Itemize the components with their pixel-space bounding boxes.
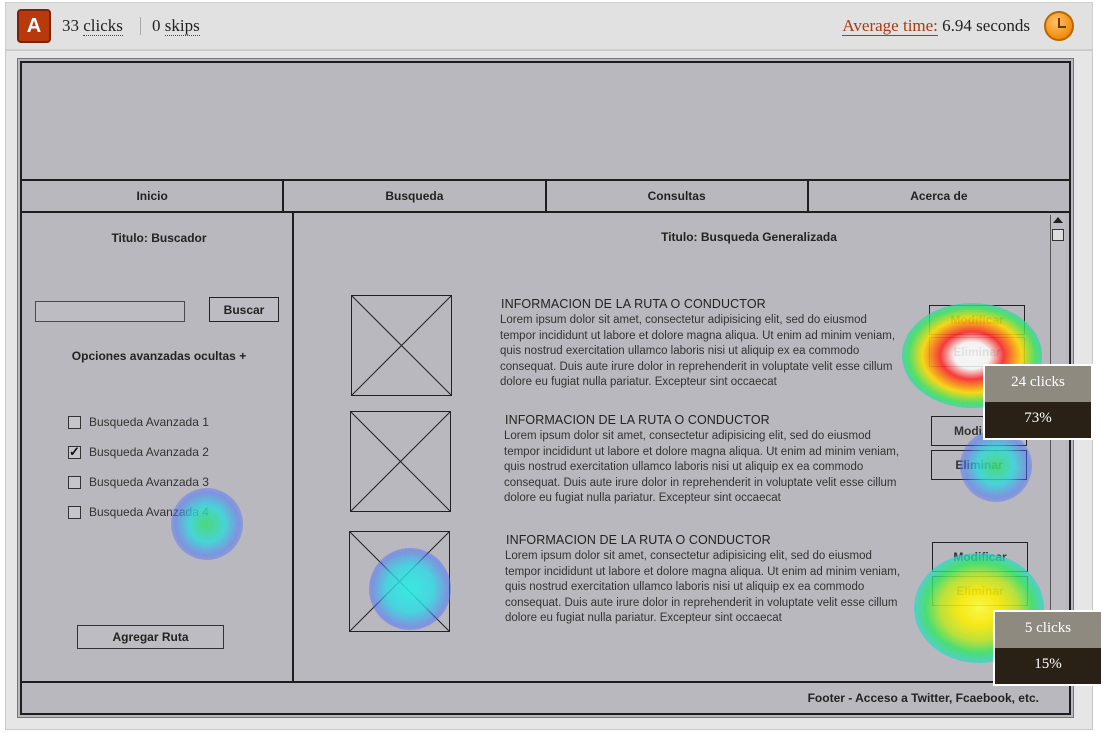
delete-button[interactable]: Eliminar <box>931 450 1027 480</box>
scroll-thumb[interactable] <box>1052 229 1064 241</box>
advanced-option-4[interactable]: Busqueda Avanzada 4 <box>68 505 209 519</box>
mockup-footer: Footer - Acceso a Twitter, Fcaebook, etc… <box>20 681 1071 715</box>
result-item-3: INFORMACION DE LA RUTA O CONDUCTOR Lorem… <box>294 529 1054 633</box>
result-item-2: INFORMACION DE LA RUTA O CONDUCTOR Lorem… <box>294 409 1054 513</box>
advanced-option-1[interactable]: Busqueda Avanzada 1 <box>68 415 209 429</box>
advanced-options-toggle[interactable]: Opciones avanzadas ocultas + <box>22 349 296 363</box>
click-tooltip-2: 5 clicks 15% <box>993 610 1103 686</box>
average-time-label[interactable]: Average time: <box>842 16 938 36</box>
mockup-header-area <box>20 61 1071 181</box>
clicks-count: 33 <box>62 16 79 35</box>
click-tooltip-1: 24 clicks 73% <box>983 364 1093 440</box>
delete-button[interactable]: Eliminar <box>932 576 1028 606</box>
tooltip-percent: 73% <box>985 402 1091 438</box>
nav-item-consultas[interactable]: Consultas <box>547 181 809 211</box>
option-label: Busqueda Avanzada 4 <box>89 505 209 519</box>
checkbox[interactable] <box>68 415 81 429</box>
search-sidebar: Titulo: Buscador Buscar Opciones avanzad… <box>20 211 294 683</box>
result-heading: INFORMACION DE LA RUTA O CONDUCTOR <box>501 297 766 311</box>
result-item-1: INFORMACION DE LA RUTA O CONDUCTOR Lorem… <box>294 293 1054 397</box>
mockup-nav: Inicio Busqueda Consultas Acerca de <box>20 179 1071 213</box>
add-route-button[interactable]: Agregar Ruta <box>77 625 224 649</box>
delete-button[interactable]: Eliminar <box>929 337 1025 367</box>
result-heading: INFORMACION DE LA RUTA O CONDUCTOR <box>506 533 771 547</box>
sidebar-title: Titulo: Buscador <box>111 231 207 245</box>
nav-item-acerca-de[interactable]: Acerca de <box>809 181 1069 211</box>
image-placeholder-icon <box>351 295 452 396</box>
scroll-up-arrow-icon[interactable] <box>1053 217 1063 223</box>
result-body: Lorem ipsum dolor sit amet, consectetur … <box>500 314 896 388</box>
clock-icon[interactable] <box>1044 11 1074 41</box>
tooltip-clicks: 24 clicks <box>985 366 1091 402</box>
nav-item-busqueda[interactable]: Busqueda <box>284 181 547 211</box>
skips-count: 0 <box>152 16 161 35</box>
modify-button[interactable]: Modificar <box>929 305 1025 335</box>
tooltip-percent: 15% <box>995 648 1101 684</box>
skips-label: skips <box>164 16 200 36</box>
clicks-stat[interactable]: 33 clicks <box>62 16 123 36</box>
result-body: Lorem ipsum dolor sit amet, consectetur … <box>505 550 901 624</box>
nav-item-inicio[interactable]: Inicio <box>22 181 285 211</box>
modify-button[interactable]: Modificar <box>932 542 1028 572</box>
skips-stat[interactable]: 0 skips <box>152 16 200 36</box>
footer-text: Footer - Acceso a Twitter, Fcaebook, etc… <box>807 691 1039 705</box>
search-input[interactable] <box>35 301 185 322</box>
checkbox[interactable] <box>68 475 81 489</box>
search-button[interactable]: Buscar <box>209 297 279 322</box>
result-heading: INFORMACION DE LA RUTA O CONDUCTOR <box>505 413 770 427</box>
stat-divider <box>140 17 141 35</box>
average-time-value: 6.94 seconds <box>942 16 1030 35</box>
option-label: Busqueda Avanzada 3 <box>89 475 209 489</box>
results-panel: Titulo: Busqueda Generalizada INFORMACIO… <box>292 211 1071 683</box>
result-body: Lorem ipsum dolor sit amet, consectetur … <box>504 430 900 504</box>
results-title: Titulo: Busqueda Generalizada <box>661 230 837 244</box>
checkbox-checked[interactable] <box>68 444 81 460</box>
advanced-option-3[interactable]: Busqueda Avanzada 3 <box>68 475 209 489</box>
option-label: Busqueda Avanzada 1 <box>89 415 209 429</box>
advanced-option-2[interactable]: Busqueda Avanzada 2 <box>68 444 209 460</box>
option-label: Busqueda Avanzada 2 <box>89 445 209 459</box>
average-time: Average time: 6.94 seconds <box>842 16 1030 36</box>
checkbox[interactable] <box>68 505 81 519</box>
image-placeholder-icon <box>350 411 451 512</box>
image-placeholder-icon <box>349 531 450 632</box>
stats-bar: A 33 clicks 0 skips Average time: 6.94 s… <box>5 2 1093 50</box>
clicks-label: clicks <box>83 16 123 36</box>
wireframe-mockup: Inicio Busqueda Consultas Acerca de Titu… <box>17 58 1074 718</box>
variant-badge[interactable]: A <box>17 9 51 43</box>
tooltip-clicks: 5 clicks <box>995 612 1101 648</box>
